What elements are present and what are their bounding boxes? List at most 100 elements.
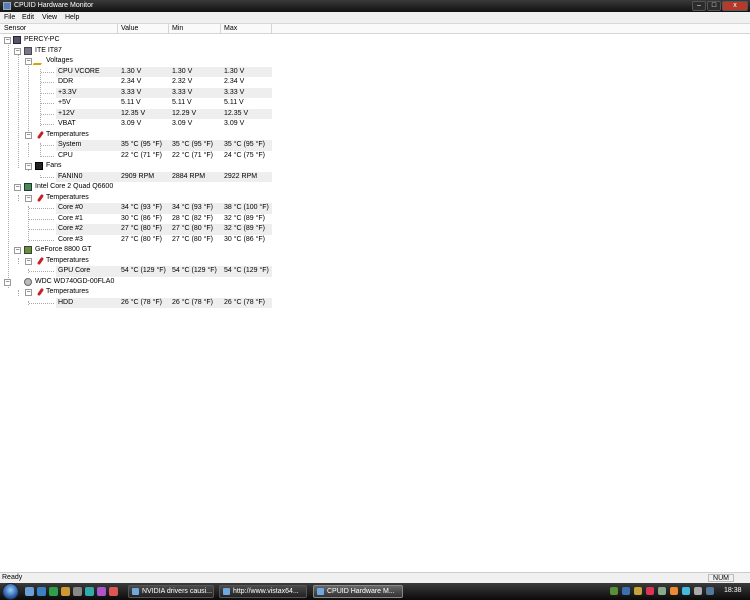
sensor-max: 26 °C (78 °F) [224, 298, 265, 306]
media-player-icon[interactable] [49, 587, 58, 596]
sensor-min: 12.29 V [172, 109, 197, 117]
sensor-min: 54 °C (129 °F) [172, 267, 217, 274]
start-button[interactable] [2, 583, 19, 600]
tree-node-gpu[interactable]: − GeForce 8800 GT [0, 245, 750, 256]
sensor-row[interactable]: FANIN0 2909 RPM 2884 RPM 2922 RPM [0, 171, 750, 182]
taskbar-item-vistax64[interactable]: http://www.vistax64... [219, 585, 307, 598]
menu-help[interactable]: Help [65, 14, 79, 21]
sensor-value: 27 °C (80 °F) [121, 225, 162, 232]
tray-icon[interactable] [610, 587, 618, 595]
sensor-max: 1.30 V [224, 67, 245, 75]
collapse-icon[interactable]: − [25, 58, 32, 65]
column-sensor[interactable]: Sensor [4, 25, 26, 32]
column-max[interactable]: Max [224, 25, 237, 32]
task-label: CPUID Hardware M... [327, 588, 395, 595]
sensor-row[interactable]: +5V 5.11 V 5.11 V 5.11 V [0, 98, 750, 109]
tree-node-cpu[interactable]: − Intel Core 2 Quad Q6600 [0, 182, 750, 193]
sensor-min: 3.09 V [172, 120, 193, 127]
menu-edit[interactable]: Edit [22, 14, 34, 21]
tray-icon[interactable] [670, 587, 678, 595]
collapse-icon[interactable]: − [14, 184, 21, 191]
menu-file[interactable]: File [4, 14, 15, 21]
sensor-name: +3.3V [58, 88, 77, 96]
tray-icon[interactable] [622, 587, 630, 595]
sensor-value: 2909 RPM [121, 172, 155, 180]
column-divider[interactable] [117, 24, 118, 34]
sensor-name: +12V [58, 109, 75, 117]
sensor-max: 38 °C (100 °F) [224, 204, 269, 211]
menu-bar: File Edit View Help [0, 12, 750, 24]
collapse-icon[interactable]: − [25, 194, 32, 202]
minimize-button[interactable]: – [692, 1, 706, 11]
sensor-row[interactable]: CPU 22 °C (71 °F) 22 °C (71 °F) 24 °C (7… [0, 151, 750, 162]
sensor-row[interactable]: Core #2 27 °C (80 °F) 27 °C (80 °F) 32 °… [0, 224, 750, 235]
collapse-icon[interactable]: − [25, 289, 32, 296]
quick-launch-icon[interactable] [85, 587, 94, 596]
tree-node-voltages[interactable]: − Voltages [0, 56, 750, 67]
show-desktop-icon[interactable] [25, 587, 34, 596]
sensor-row[interactable]: GPU Core 54 °C (129 °F) 54 °C (129 °F) 5… [0, 266, 750, 277]
sensor-min: 27 °C (80 °F) [172, 225, 213, 232]
tray-icon[interactable] [634, 587, 642, 595]
collapse-icon[interactable]: − [4, 278, 11, 286]
sensor-row[interactable]: Core #0 34 °C (93 °F) 34 °C (93 °F) 38 °… [0, 203, 750, 214]
maximize-button[interactable]: □ [707, 1, 721, 11]
tree-node-temperatures[interactable]: − Temperatures [0, 130, 750, 141]
tree-node-temperatures[interactable]: − Temperatures [0, 287, 750, 298]
quick-launch-icon[interactable] [97, 587, 106, 596]
sensor-row[interactable]: DDR 2.34 V 2.32 V 2.34 V [0, 77, 750, 88]
clock[interactable]: 18:38 [724, 587, 742, 594]
sensor-row[interactable]: HDD 26 °C (78 °F) 26 °C (78 °F) 26 °C (7… [0, 297, 750, 308]
folder-icon[interactable] [61, 587, 70, 596]
sensor-min: 27 °C (80 °F) [172, 235, 213, 243]
collapse-icon[interactable]: − [4, 37, 11, 44]
sensor-row[interactable]: VBAT 3.09 V 3.09 V 3.09 V [0, 119, 750, 130]
column-min[interactable]: Min [172, 25, 183, 32]
tree-node-hdd[interactable]: − WDC WD740GD-00FLA0 [0, 277, 750, 288]
sensor-value: 26 °C (78 °F) [121, 298, 162, 306]
tree-node-temperatures[interactable]: − Temperatures [0, 256, 750, 267]
sensor-row[interactable]: Core #3 27 °C (80 °F) 27 °C (80 °F) 30 °… [0, 235, 750, 246]
taskbar-item-nvidia[interactable]: NVIDIA drivers causi... [128, 585, 214, 598]
collapse-icon[interactable]: − [14, 47, 21, 55]
quick-launch-icon[interactable] [73, 587, 82, 596]
tray-icon[interactable] [658, 587, 666, 595]
node-label: Temperatures [46, 193, 89, 201]
sensor-max: 32 °C (89 °F) [224, 225, 265, 232]
node-label: ITE IT87 [35, 46, 62, 54]
sensor-row[interactable]: +3.3V 3.33 V 3.33 V 3.33 V [0, 87, 750, 98]
tree-node-root[interactable]: − PERCY-PC [0, 35, 750, 46]
network-icon[interactable] [682, 587, 690, 595]
collapse-icon[interactable]: − [25, 163, 32, 170]
quick-launch-icon[interactable] [109, 587, 118, 596]
sensor-name: FANIN0 [58, 172, 83, 180]
sensor-row[interactable]: CPU VCORE 1.30 V 1.30 V 1.30 V [0, 66, 750, 77]
sensor-min: 26 °C (78 °F) [172, 298, 213, 306]
volume-icon[interactable] [694, 587, 702, 595]
sensor-name: GPU Core [58, 267, 91, 274]
sensor-value: 54 °C (129 °F) [121, 267, 166, 274]
column-divider[interactable] [271, 24, 272, 34]
tree-node-ite[interactable]: − ITE IT87 [0, 46, 750, 57]
sensor-row[interactable]: +12V 12.35 V 12.29 V 12.35 V [0, 108, 750, 119]
internet-explorer-icon[interactable] [37, 587, 46, 596]
collapse-icon[interactable]: − [25, 257, 32, 265]
sensor-max: 30 °C (86 °F) [224, 235, 265, 243]
taskbar-item-cpuid[interactable]: CPUID Hardware M... [313, 585, 403, 598]
close-button[interactable]: x [722, 1, 748, 11]
column-divider[interactable] [220, 24, 221, 34]
menu-view[interactable]: View [42, 14, 57, 21]
tray-icon[interactable] [646, 587, 654, 595]
task-label: http://www.vistax64... [233, 588, 299, 595]
sensor-row[interactable]: Core #1 30 °C (86 °F) 28 °C (82 °F) 32 °… [0, 214, 750, 225]
sensor-name: +5V [58, 99, 71, 106]
sensor-row[interactable]: System 35 °C (95 °F) 35 °C (95 °F) 35 °C… [0, 140, 750, 151]
column-divider[interactable] [168, 24, 169, 34]
tree-node-fans[interactable]: − Fans [0, 161, 750, 172]
collapse-icon[interactable]: − [25, 131, 32, 139]
sensor-max: 12.35 V [224, 109, 249, 117]
column-value[interactable]: Value [121, 25, 138, 32]
collapse-icon[interactable]: − [14, 247, 21, 254]
tree-node-temperatures[interactable]: − Temperatures [0, 193, 750, 204]
tray-icon[interactable] [706, 587, 714, 595]
